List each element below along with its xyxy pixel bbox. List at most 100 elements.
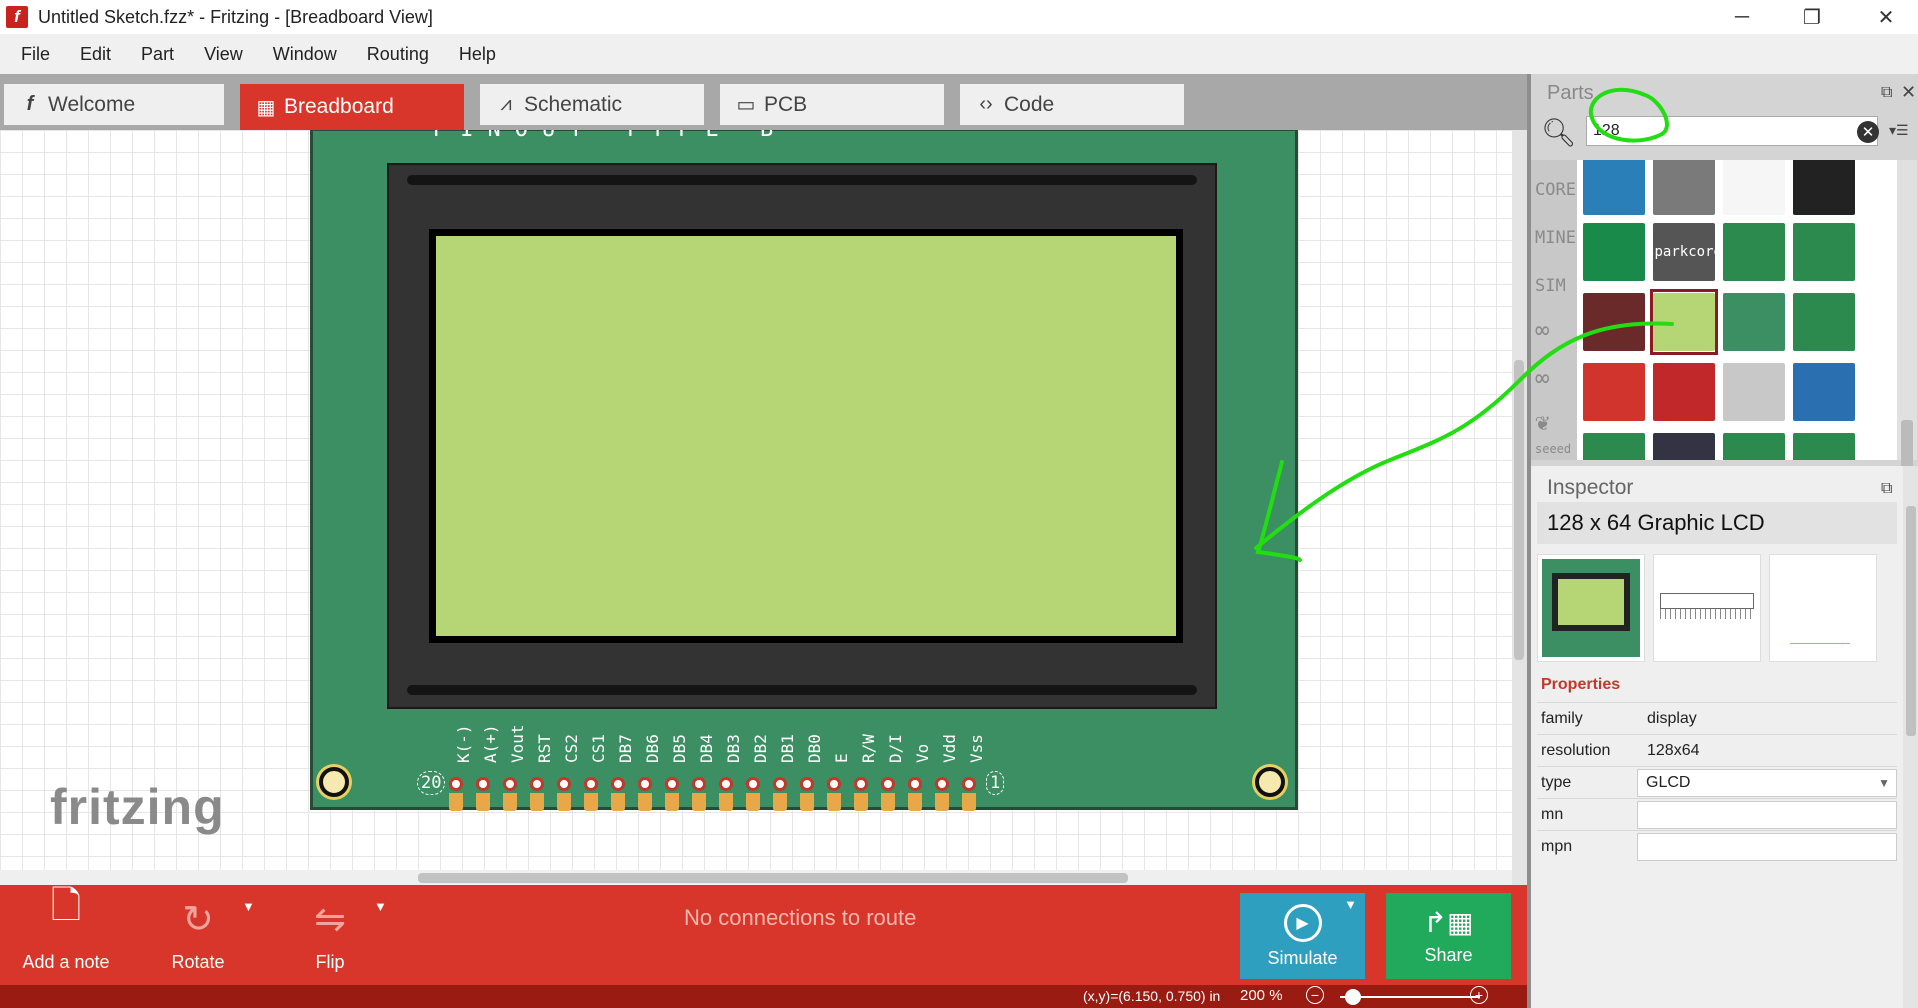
pin-connector[interactable] [908, 777, 922, 791]
tab-welcome[interactable]: f Welcome [4, 84, 224, 125]
pin-connector[interactable] [692, 777, 706, 791]
parts-search-input[interactable] [1586, 116, 1878, 146]
menu-routing[interactable]: Routing [352, 44, 444, 65]
part-thumbnail[interactable] [1721, 220, 1787, 284]
pin-connector[interactable] [503, 777, 517, 791]
part-thumbnail[interactable] [1581, 160, 1647, 218]
part-thumbnail[interactable] [1581, 290, 1647, 354]
canvas-horizontal-scrollbar[interactable] [0, 870, 1512, 885]
arduino-bin-icon[interactable]: ∞ [1535, 364, 1549, 392]
zoom-slider[interactable] [1340, 996, 1480, 998]
float-panel-icon[interactable]: ⧉ [1881, 480, 1892, 498]
part-thumbnail[interactable] [1651, 360, 1717, 424]
pin-connector[interactable] [557, 777, 571, 791]
resistor-icon: ⩘ [500, 93, 512, 115]
part-thumbnail[interactable] [1791, 290, 1857, 354]
pin-connector[interactable] [638, 777, 652, 791]
tab-code[interactable]: ‹› Code [960, 84, 1184, 125]
part-thumbnail[interactable] [1581, 430, 1647, 460]
scroll-thumb[interactable] [1906, 506, 1916, 736]
bin-mine[interactable]: MINE [1535, 228, 1576, 248]
pin-connector[interactable] [827, 777, 841, 791]
search-options-icon[interactable]: ▾☰ [1889, 122, 1909, 139]
menu-part[interactable]: Part [126, 44, 189, 65]
minimize-button[interactable]: ─ [1710, 0, 1774, 34]
search-icon[interactable]: 🔍︎ [1541, 116, 1577, 149]
pin-connector[interactable] [584, 777, 598, 791]
bin-sim[interactable]: SIM [1535, 276, 1566, 296]
part-thumbnail[interactable] [1721, 360, 1787, 424]
zoom-out-button[interactable]: − [1306, 986, 1324, 1004]
simulate-dropdown-icon[interactable]: ▼ [1344, 897, 1357, 912]
pin-connector[interactable] [962, 777, 976, 791]
part-thumbnail[interactable] [1651, 430, 1717, 460]
share-button[interactable]: ↱▦ Share [1386, 893, 1511, 979]
pin-connector[interactable] [746, 777, 760, 791]
close-button[interactable]: ✕ [1854, 0, 1918, 34]
pcb-preview[interactable] [1769, 554, 1877, 662]
zoom-in-button[interactable]: + [1470, 986, 1488, 1004]
part-thumbnail[interactable] [1581, 360, 1647, 424]
part-thumbnail[interactable] [1721, 290, 1787, 354]
part-thumbnail[interactable] [1650, 289, 1718, 355]
mpn-field[interactable] [1637, 832, 1897, 861]
bin-core[interactable]: CORE [1535, 180, 1576, 200]
maximize-button[interactable]: ❐ [1780, 0, 1844, 34]
breadboard-canvas[interactable]: fritzing PINOUT TYPE B K(-) A(+) Vout RST CS… [0, 130, 1512, 885]
pin-connector[interactable] [935, 777, 949, 791]
inspector-scrollbar[interactable] [1903, 466, 1918, 1008]
part-image [1793, 433, 1855, 460]
clear-icon[interactable]: ✕ [1857, 121, 1879, 143]
part-thumbnail[interactable] [1791, 160, 1857, 218]
pin-label: R/W [859, 734, 878, 763]
seeed-bin-icon[interactable]: ❦ [1535, 408, 1549, 436]
breadboard-preview[interactable] [1537, 554, 1645, 662]
pin-connector[interactable] [854, 777, 868, 791]
part-thumbnail[interactable]: sparkcore [1646, 220, 1722, 284]
tab-pcb[interactable]: ▭ PCB [720, 84, 944, 125]
schematic-preview[interactable] [1653, 554, 1761, 662]
pin-connector[interactable] [665, 777, 679, 791]
menu-view[interactable]: View [189, 44, 258, 65]
menu-help[interactable]: Help [444, 44, 511, 65]
arduino-bin-icon[interactable]: ∞ [1535, 316, 1549, 344]
part-thumbnail[interactable] [1791, 430, 1857, 460]
part-thumbnail[interactable] [1651, 160, 1717, 218]
pin-connector[interactable] [719, 777, 733, 791]
parts-scrollbar[interactable] [1897, 160, 1917, 530]
pin-connector[interactable] [800, 777, 814, 791]
seeed-label[interactable]: seeed [1535, 442, 1571, 456]
tab-breadboard[interactable]: ▦ Breadboard [240, 84, 464, 130]
part-thumbnail[interactable] [1721, 160, 1787, 218]
part-thumbnail[interactable] [1791, 360, 1857, 424]
pin-connector[interactable] [773, 777, 787, 791]
menu-window[interactable]: Window [258, 44, 352, 65]
part-thumbnail[interactable] [1581, 220, 1647, 284]
tab-schematic[interactable]: ⩘ Schematic [480, 84, 704, 125]
flip-dropdown-icon[interactable]: ▼ [374, 899, 387, 914]
type-select[interactable]: GLCD ▼ [1637, 768, 1897, 797]
pin-connector[interactable] [611, 777, 625, 791]
add-note-button[interactable]: 🗋 Add a note [16, 885, 116, 985]
simulate-button[interactable]: ▶ Simulate ▼ [1240, 893, 1365, 979]
lcd-part[interactable]: PINOUT TYPE B K(-) A(+) Vout RST CS2 CS1 DB7 DB… [310, 130, 1298, 811]
pin-connector[interactable] [476, 777, 490, 791]
float-panel-icon[interactable]: ⧉ [1881, 84, 1892, 102]
flip-icon: ⇋ [314, 899, 346, 941]
canvas-vertical-scrollbar[interactable] [1512, 130, 1527, 885]
rotate-dropdown-icon[interactable]: ▼ [242, 899, 255, 914]
menu-file[interactable]: File [6, 44, 65, 65]
close-panel-icon[interactable]: ✕ [1901, 82, 1916, 103]
mn-field[interactable] [1637, 800, 1897, 829]
scroll-thumb[interactable] [418, 873, 1128, 883]
zoom-slider-handle[interactable] [1345, 989, 1361, 1005]
rotate-button[interactable]: ↻ Rotate [160, 885, 236, 985]
menu-edit[interactable]: Edit [65, 44, 126, 65]
part-thumbnail[interactable] [1791, 220, 1857, 284]
pin-connector[interactable] [530, 777, 544, 791]
pin-connector[interactable] [881, 777, 895, 791]
part-thumbnail[interactable] [1721, 430, 1787, 460]
pin-connector[interactable] [449, 777, 463, 791]
scroll-thumb[interactable] [1514, 360, 1524, 660]
flip-button[interactable]: ⇋ Flip [290, 885, 370, 985]
